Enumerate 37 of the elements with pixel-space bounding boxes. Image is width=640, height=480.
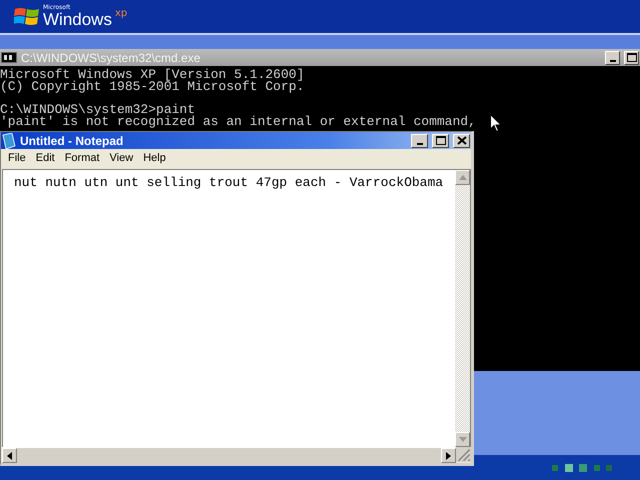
notepad-icon bbox=[2, 132, 16, 148]
console-icon bbox=[1, 52, 17, 63]
console-line: C:\WINDOWS\system32>paint bbox=[0, 104, 196, 116]
maximize-button[interactable] bbox=[432, 134, 449, 148]
scroll-down-button[interactable] bbox=[455, 432, 470, 447]
notepad-title-bar[interactable]: Untitled - Notepad bbox=[1, 132, 471, 149]
logo-suffix: xp bbox=[114, 8, 128, 19]
menu-item[interactable]: Format bbox=[60, 152, 105, 164]
up-arrow-icon bbox=[458, 175, 466, 180]
minimize-button[interactable] bbox=[605, 50, 620, 64]
close-button[interactable] bbox=[453, 134, 470, 148]
document-text: nut nutn utn unt selling trout 47gp each - VarrockObama bbox=[14, 175, 444, 190]
logo-text: Windows bbox=[43, 11, 112, 28]
console-line: Microsoft Windows XP [Version 5.1.2600] bbox=[0, 69, 304, 81]
menu-item[interactable]: View bbox=[104, 152, 138, 164]
menu-item[interactable]: Edit bbox=[30, 152, 60, 164]
window-title: C:\WINDOWS\system32\cmd.exe bbox=[21, 50, 200, 64]
vertical-scrollbar[interactable] bbox=[455, 170, 470, 447]
progress-dots-icon bbox=[552, 462, 612, 472]
minimize-button[interactable] bbox=[411, 134, 428, 148]
console-line: 'paint' is not recognized as an internal or external command, bbox=[0, 116, 476, 128]
right-arrow-icon bbox=[446, 452, 451, 460]
maximize-button[interactable] bbox=[624, 50, 639, 64]
left-arrow-icon bbox=[7, 452, 12, 460]
console-line: (C) Copyright 1985-2001 Microsoft Corp. bbox=[0, 81, 304, 93]
mouse-pointer-icon bbox=[490, 114, 502, 133]
menu-item[interactable]: File bbox=[3, 152, 31, 164]
resize-grip-icon[interactable] bbox=[456, 447, 471, 462]
menu-item[interactable]: Help bbox=[138, 152, 171, 164]
down-arrow-icon bbox=[458, 437, 466, 442]
scroll-left-button[interactable] bbox=[2, 448, 17, 463]
scroll-up-button[interactable] bbox=[455, 170, 470, 185]
horizontal-scrollbar[interactable] bbox=[2, 447, 456, 463]
scroll-right-button[interactable] bbox=[441, 448, 456, 463]
windows-flag-icon bbox=[14, 6, 40, 28]
window-title: Untitled - Notepad bbox=[20, 134, 124, 148]
text-area[interactable]: nut nutn utn unt selling trout 47gp each - VarrockObama bbox=[3, 170, 455, 447]
